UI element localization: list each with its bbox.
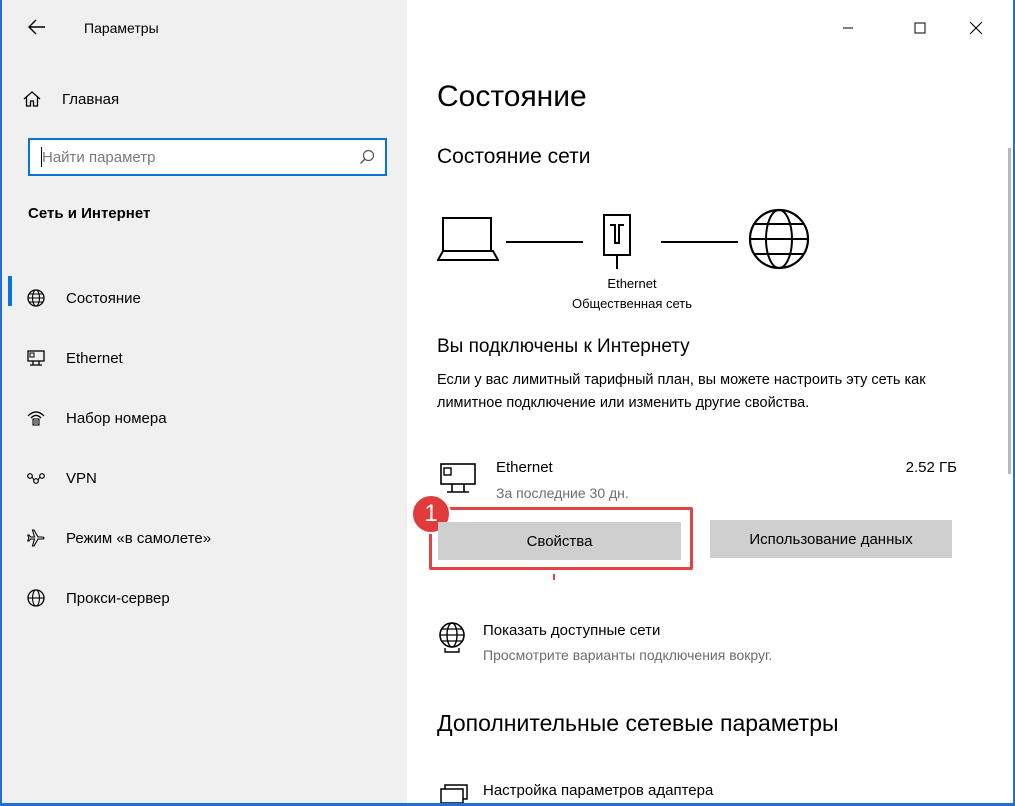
sidebar-item-label: Режим «в самолете» xyxy=(66,529,212,547)
search-box[interactable] xyxy=(28,138,387,176)
vpn-icon xyxy=(26,468,46,488)
dialup-icon xyxy=(26,408,46,428)
connection-line xyxy=(661,241,738,243)
connection-status-title: Вы подключены к Интернету xyxy=(437,336,690,357)
scrollbar-thumb[interactable] xyxy=(1008,148,1011,474)
sidebar-item-label: Ethernet xyxy=(66,349,123,367)
titlebar-left: Параметры xyxy=(2,0,407,56)
adapter-settings-label: Настройка параметров адаптера xyxy=(483,782,714,799)
minimize-icon xyxy=(843,27,853,29)
advanced-settings-title: Дополнительные сетевые параметры xyxy=(437,710,839,736)
sidebar-item-ethernet[interactable]: Ethernet xyxy=(2,328,407,388)
sidebar-item-airplane[interactable]: Режим «в самолете» xyxy=(2,508,407,568)
network-diagram: Ethernet Общественная сеть xyxy=(437,205,837,315)
sidebar: Параметры Главная Сеть и Интернет Состоя… xyxy=(2,0,407,803)
globe-network-icon xyxy=(439,622,465,653)
globe-status-icon xyxy=(26,288,46,308)
sidebar-home-label: Главная xyxy=(62,90,120,108)
page-title: Состояние xyxy=(437,80,587,113)
adapter-data-usage: 2.52 ГБ xyxy=(905,459,957,476)
sidebar-item-vpn[interactable]: VPN xyxy=(2,448,407,508)
ethernet-monitor-icon xyxy=(440,463,476,493)
data-usage-button[interactable]: Использование данных xyxy=(710,520,952,558)
show-networks-title: Показать доступные сети xyxy=(483,622,661,639)
settings-window: Параметры Главная Сеть и Интернет Состоя… xyxy=(2,0,1013,803)
laptop-icon xyxy=(437,217,499,261)
connection-line xyxy=(506,241,583,243)
close-button[interactable] xyxy=(953,10,999,46)
sidebar-nav: Состояние Ethernet Набор номера VPN Режи… xyxy=(2,268,407,628)
marker-tick xyxy=(553,574,555,580)
show-available-networks[interactable]: Показать доступные сети Просмотрите вари… xyxy=(437,620,957,668)
diagram-adapter-label: Ethernet xyxy=(607,276,657,291)
close-icon xyxy=(969,21,983,35)
ethernet-adapter-icon xyxy=(603,214,631,269)
maximize-icon xyxy=(914,22,926,34)
show-networks-subtitle: Просмотрите варианты подключения вокруг. xyxy=(483,647,773,663)
minimize-button[interactable] xyxy=(825,10,871,46)
sidebar-item-label: VPN xyxy=(66,469,97,487)
maximize-button[interactable] xyxy=(897,10,943,46)
adapter-name: Ethernet xyxy=(496,459,553,476)
app-title: Параметры xyxy=(84,20,159,36)
adapter-settings-icon xyxy=(440,784,468,803)
sidebar-item-dialup[interactable]: Набор номера xyxy=(2,388,407,448)
adapter-usage-row: Ethernet За последние 30 дн. 2.52 ГБ xyxy=(437,456,957,506)
ethernet-icon xyxy=(26,348,46,368)
sidebar-item-status[interactable]: Состояние xyxy=(2,268,407,328)
sidebar-item-proxy[interactable]: Прокси-сервер xyxy=(2,568,407,628)
sidebar-item-label: Состояние xyxy=(66,289,141,307)
main-content: Состояние Состояние сети Ethernet Общест… xyxy=(407,0,1013,803)
sidebar-home[interactable]: Главная xyxy=(22,84,322,114)
adapter-period: За последние 30 дн. xyxy=(496,485,629,501)
globe-icon xyxy=(26,588,46,608)
airplane-icon xyxy=(26,528,46,548)
diagram-network-label: Общественная сеть xyxy=(571,296,693,311)
sidebar-item-label: Набор номера xyxy=(66,409,167,427)
internet-globe-icon xyxy=(748,208,810,270)
adapter-settings-link[interactable]: Настройка параметров адаптера xyxy=(437,778,957,803)
sidebar-item-label: Прокси-сервер xyxy=(66,589,170,607)
connection-description: Если у вас лимитный тарифный план, вы мо… xyxy=(437,372,926,411)
search-icon[interactable] xyxy=(359,149,375,165)
network-status-title: Состояние сети xyxy=(437,145,591,168)
home-icon xyxy=(23,91,41,107)
back-arrow-icon xyxy=(28,19,45,35)
section-title: Сеть и Интернет xyxy=(28,205,151,222)
search-input[interactable] xyxy=(42,146,342,168)
properties-button[interactable]: Свойства xyxy=(438,522,681,560)
back-button[interactable] xyxy=(20,12,54,42)
